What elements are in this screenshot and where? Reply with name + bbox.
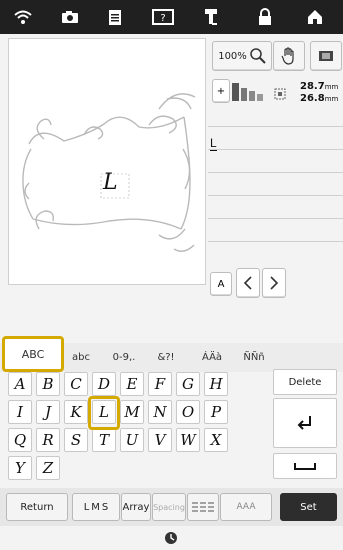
key-p[interactable]: P xyxy=(204,400,228,424)
chevron-right-icon xyxy=(270,276,279,290)
lock-icon[interactable] xyxy=(250,5,280,29)
frame-view-button[interactable] xyxy=(310,41,342,71)
key-x[interactable]: X xyxy=(204,428,228,452)
delete-button[interactable]: Delete xyxy=(273,369,337,395)
key-f[interactable]: F xyxy=(148,372,172,396)
hand-icon xyxy=(281,47,294,65)
divider xyxy=(208,195,343,196)
divider xyxy=(208,241,343,242)
size-bars-icon xyxy=(232,81,268,101)
wifi-icon[interactable] xyxy=(8,5,38,29)
size-l: L xyxy=(83,501,90,513)
size-s: S xyxy=(101,501,109,513)
preview-letter: L xyxy=(103,170,118,195)
key-highlight xyxy=(88,396,120,430)
help-icon[interactable]: ? xyxy=(148,5,178,29)
cursor-right-button[interactable] xyxy=(262,268,286,298)
height-row: 26.8mm xyxy=(300,93,338,105)
tab-numbers[interactable]: 0-9,. xyxy=(104,346,144,369)
key-a[interactable]: A xyxy=(8,372,32,396)
key-m[interactable]: M xyxy=(120,400,144,424)
key-r[interactable]: R xyxy=(36,428,60,452)
zoom-label: 100% xyxy=(218,50,247,62)
key-e[interactable]: E xyxy=(120,372,144,396)
divider xyxy=(208,172,343,173)
frame-view-icon xyxy=(319,51,333,61)
divider xyxy=(208,218,343,219)
tab-lowercase[interactable]: abc xyxy=(66,346,96,369)
svg-text:?: ? xyxy=(160,13,165,24)
key-k[interactable]: K xyxy=(64,400,88,424)
width-row: 28.7mm xyxy=(300,81,338,93)
clock-icon xyxy=(164,530,178,544)
space-icon xyxy=(294,463,316,470)
return-button[interactable]: Return xyxy=(6,493,68,521)
key-y[interactable]: Y xyxy=(8,456,32,480)
hand-button[interactable] xyxy=(273,41,305,71)
tab-special[interactable]: ÑÑñ xyxy=(234,346,274,369)
key-z[interactable]: Z xyxy=(36,456,60,480)
spacing-button[interactable]: Spacing xyxy=(152,493,186,521)
key-h[interactable]: H xyxy=(204,372,228,396)
tab-uppercase[interactable]: ABC xyxy=(2,336,64,372)
align-icon xyxy=(192,502,214,512)
set-button[interactable]: Set xyxy=(280,493,337,521)
text-line-1[interactable]: L xyxy=(210,136,217,151)
chevron-left-icon xyxy=(243,276,252,290)
tab-symbols[interactable]: &?! xyxy=(146,346,186,369)
size-select-button[interactable]: L M S xyxy=(72,493,120,521)
height-unit: mm xyxy=(324,95,339,103)
enter-button[interactable] xyxy=(273,398,337,448)
divider xyxy=(208,126,343,127)
key-d[interactable]: D xyxy=(92,372,116,396)
aaa-button[interactable]: AAA xyxy=(220,493,272,521)
home-icon[interactable] xyxy=(300,5,330,29)
key-s[interactable]: S xyxy=(64,428,88,452)
add-button[interactable]: + xyxy=(212,79,230,103)
key-g[interactable]: G xyxy=(176,372,200,396)
font-button[interactable]: A xyxy=(210,272,232,296)
array-button[interactable]: Array xyxy=(121,493,151,521)
cursor-left-button[interactable] xyxy=(236,268,260,298)
divider xyxy=(208,149,343,150)
align-button[interactable] xyxy=(187,493,219,521)
key-j[interactable]: J xyxy=(36,400,60,424)
key-b[interactable]: B xyxy=(36,372,60,396)
tab-accented[interactable]: ÁÄà xyxy=(192,346,232,369)
camera-icon[interactable] xyxy=(55,5,85,29)
space-button[interactable] xyxy=(273,453,337,479)
size-readout: 28.7mm 26.8mm xyxy=(300,81,338,105)
document-icon[interactable] xyxy=(100,5,130,29)
width-unit: mm xyxy=(324,83,339,91)
key-u[interactable]: U xyxy=(120,428,144,452)
key-i[interactable]: I xyxy=(8,400,32,424)
width-value: 28.7 xyxy=(300,81,325,92)
height-value: 26.8 xyxy=(300,93,325,104)
key-o[interactable]: O xyxy=(176,400,200,424)
key-n[interactable]: N xyxy=(148,400,172,424)
embroidery-preview[interactable]: L xyxy=(8,38,206,285)
magnifier-icon xyxy=(250,48,266,64)
key-c[interactable]: C xyxy=(64,372,88,396)
size-icon xyxy=(274,85,286,100)
key-w[interactable]: W xyxy=(176,428,200,452)
zoom-button[interactable]: 100% xyxy=(212,41,272,71)
key-v[interactable]: V xyxy=(148,428,172,452)
enter-icon xyxy=(297,416,311,430)
size-m: M xyxy=(91,501,100,513)
key-q[interactable]: Q xyxy=(8,428,32,452)
thread-icon[interactable] xyxy=(196,5,226,29)
key-t[interactable]: T xyxy=(92,428,116,452)
